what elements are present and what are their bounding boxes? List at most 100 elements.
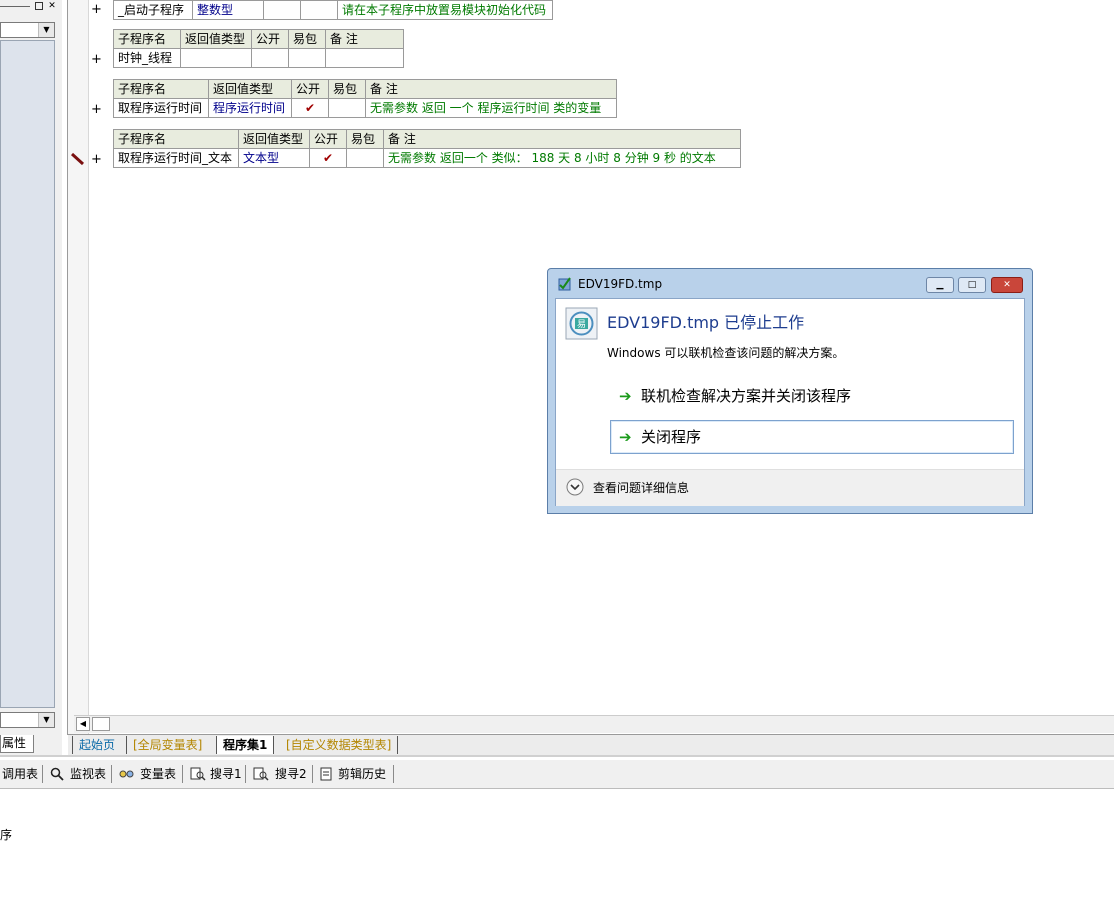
- horizontal-scrollbar[interactable]: ◀: [74, 715, 1114, 733]
- return-type[interactable]: 整数型: [192, 0, 264, 20]
- easy-pack-cell[interactable]: [300, 0, 338, 20]
- magnifier-icon: [50, 767, 64, 781]
- left-panel-titlebar: ✕: [0, 0, 62, 14]
- procedure-name[interactable]: _启动子程序: [113, 0, 193, 20]
- search2-button[interactable]: 搜寻2: [275, 766, 307, 782]
- dialog-title: EDV19FD.tmp: [578, 277, 663, 291]
- column-header: 易包: [346, 129, 384, 149]
- edit-marker-icon: [70, 152, 85, 166]
- expand-icon[interactable]: +: [91, 103, 102, 116]
- tab-start-page[interactable]: 起始页: [72, 736, 121, 754]
- procedure-name[interactable]: 取程序运行时间: [113, 98, 209, 118]
- maximize-button[interactable]: □: [958, 277, 986, 293]
- call-table-button[interactable]: 调用表: [2, 766, 38, 782]
- error-dialog: EDV19FD.tmp ▁ □ ✕ 易 EDV19FD.tmp 已停止工作 Wi…: [547, 268, 1033, 514]
- table-row: 取程序运行时间_文本 文本型 ✔ 无需参数 返回一个 类似： 188 天 8 小…: [113, 148, 741, 168]
- column-header: 返回值类型: [180, 29, 252, 49]
- expand-icon[interactable]: +: [91, 153, 102, 166]
- watch-table-button[interactable]: 监视表: [70, 766, 106, 782]
- easy-pack-cell[interactable]: [288, 48, 326, 68]
- chevron-down-icon[interactable]: [566, 478, 584, 496]
- app-icon: [558, 277, 571, 291]
- procedure-table: 子程序名 返回值类型 公开 易包 备 注 取程序运行时间_文本 文本型 ✔ 无需…: [113, 129, 741, 168]
- close-button[interactable]: ✕: [991, 277, 1023, 293]
- search-doc-icon: [190, 767, 206, 781]
- table-row: 时钟_线程: [113, 48, 404, 68]
- separator: [245, 765, 246, 783]
- scroll-left-icon[interactable]: ◀: [76, 717, 90, 731]
- close-program-button[interactable]: ➔ 关闭程序: [610, 420, 1014, 454]
- object-selector[interactable]: ▼: [0, 22, 55, 38]
- easy-pack-cell[interactable]: [346, 148, 384, 168]
- table-row: _启动子程序 整数型 请在本子程序中放置易模块初始化代码: [113, 0, 553, 20]
- procedure-table: 子程序名 返回值类型 公开 易包 备 注 时钟_线程: [113, 29, 404, 68]
- table-header-row: 子程序名 返回值类型 公开 易包 备 注: [113, 29, 404, 49]
- property-list[interactable]: [0, 40, 55, 708]
- check-online-button[interactable]: ➔ 联机检查解决方案并关闭该程序: [611, 380, 1011, 414]
- note-cell[interactable]: 无需参数 返回 一个 程序运行时间 类的变量: [365, 98, 617, 118]
- separator: [111, 765, 112, 783]
- column-header: 易包: [288, 29, 326, 49]
- procedure-table: _启动子程序 整数型 请在本子程序中放置易模块初始化代码: [113, 0, 553, 20]
- program-icon: 易: [565, 307, 598, 340]
- column-header: 子程序名: [113, 129, 239, 149]
- column-header: 子程序名: [113, 29, 181, 49]
- property-selector[interactable]: ▼: [0, 712, 55, 728]
- scroll-thumb[interactable]: [92, 717, 110, 731]
- separator: [42, 765, 43, 783]
- separator: [182, 765, 183, 783]
- column-header: 公开: [291, 79, 329, 99]
- separator: [312, 765, 313, 783]
- clipboard-icon: [320, 767, 332, 781]
- note-cell[interactable]: 无需参数 返回一个 类似： 188 天 8 小时 8 分钟 9 秒 的文本: [383, 148, 741, 168]
- table-header-row: 子程序名 返回值类型 公开 易包 备 注: [113, 129, 741, 149]
- table-header-row: 子程序名 返回值类型 公开 易包 备 注: [113, 79, 617, 99]
- procedure-table: 子程序名 返回值类型 公开 易包 备 注 取程序运行时间 程序运行时间 ✔ 无需…: [113, 79, 617, 118]
- tab-custom-types[interactable]: [自定义数据类型表]: [280, 736, 399, 754]
- public-check-icon[interactable]: ✔: [309, 148, 347, 168]
- tab-program-set[interactable]: 程序集1: [216, 736, 275, 754]
- divider: [0, 755, 1114, 757]
- expand-icon[interactable]: +: [91, 3, 102, 16]
- editor-gutter: [68, 0, 89, 735]
- return-type[interactable]: 程序运行时间: [208, 98, 292, 118]
- check-online-label: 联机检查解决方案并关闭该程序: [641, 387, 852, 405]
- minimize-button[interactable]: ▁: [926, 277, 954, 293]
- arrow-right-icon: ➔: [619, 387, 632, 405]
- separator: [393, 765, 394, 783]
- chevron-down-icon[interactable]: ▼: [38, 713, 54, 727]
- column-header: 备 注: [383, 129, 741, 149]
- tab-global-vars[interactable]: [全局变量表]: [126, 736, 208, 754]
- note-cell[interactable]: [325, 48, 404, 68]
- dialog-heading: EDV19FD.tmp 已停止工作: [607, 313, 805, 332]
- easy-pack-cell[interactable]: [328, 98, 366, 118]
- clip-history-button[interactable]: 剪辑历史: [338, 766, 386, 782]
- note-cell[interactable]: 请在本子程序中放置易模块初始化代码: [337, 0, 553, 20]
- restore-icon[interactable]: [35, 2, 43, 10]
- search1-button[interactable]: 搜寻1: [210, 766, 242, 782]
- dialog-titlebar[interactable]: EDV19FD.tmp ▁ □ ✕: [548, 269, 1032, 297]
- titlebar-line: [0, 6, 30, 7]
- var-table-button[interactable]: 变量表: [140, 766, 176, 782]
- public-cell[interactable]: [263, 0, 301, 20]
- tab-properties[interactable]: 属性: [0, 735, 34, 753]
- output-text: 序: [0, 828, 13, 842]
- column-header: 公开: [309, 129, 347, 149]
- return-type[interactable]: [180, 48, 252, 68]
- view-details-link[interactable]: 查看问题详细信息: [593, 479, 689, 496]
- public-check-icon[interactable]: ✔: [291, 98, 329, 118]
- close-program-label: 关闭程序: [641, 428, 702, 446]
- expand-icon[interactable]: +: [91, 53, 102, 66]
- column-header: 备 注: [365, 79, 617, 99]
- public-cell[interactable]: [251, 48, 289, 68]
- return-type[interactable]: 文本型: [238, 148, 310, 168]
- dialog-body: 易 EDV19FD.tmp 已停止工作 Windows 可以联机检查该问题的解决…: [555, 298, 1025, 506]
- procedure-name[interactable]: 时钟_线程: [113, 48, 181, 68]
- column-header: 备 注: [325, 29, 404, 49]
- arrow-right-icon: ➔: [619, 428, 632, 446]
- chevron-down-icon[interactable]: ▼: [38, 23, 54, 37]
- svg-text:易: 易: [577, 319, 586, 329]
- close-icon[interactable]: ✕: [47, 1, 57, 11]
- procedure-name[interactable]: 取程序运行时间_文本: [113, 148, 239, 168]
- search-doc-icon: [253, 767, 269, 781]
